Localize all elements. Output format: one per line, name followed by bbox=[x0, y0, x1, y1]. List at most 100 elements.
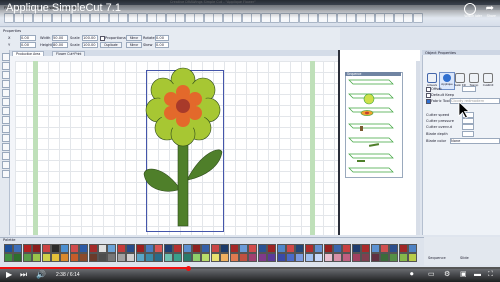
palette-swatch[interactable] bbox=[276, 253, 286, 262]
palette-swatch[interactable] bbox=[107, 253, 117, 262]
left-leaf[interactable] bbox=[143, 168, 179, 192]
palette-swatch[interactable] bbox=[398, 244, 408, 253]
palette-swatch[interactable] bbox=[257, 253, 267, 262]
palette-swatch[interactable] bbox=[295, 253, 305, 262]
palette-swatch[interactable] bbox=[126, 244, 136, 253]
toolbox-button[interactable] bbox=[1, 134, 10, 142]
theater-icon[interactable]: ▬ bbox=[474, 270, 481, 280]
palette-swatch[interactable] bbox=[389, 244, 399, 253]
video-scrubber[interactable] bbox=[185, 265, 191, 271]
palette-swatch[interactable] bbox=[351, 244, 361, 253]
palette-swatch[interactable] bbox=[210, 244, 220, 253]
flower-stem[interactable] bbox=[177, 137, 189, 227]
toolbox-button[interactable] bbox=[1, 170, 10, 178]
palette-swatch[interactable] bbox=[60, 253, 70, 262]
palette-swatch[interactable] bbox=[333, 244, 342, 253]
rotate-field[interactable]: 0.00 bbox=[155, 35, 169, 41]
blade-color-dropdown[interactable]: None bbox=[450, 138, 500, 144]
toolbox-button[interactable] bbox=[1, 152, 10, 160]
palette-swatch[interactable] bbox=[408, 244, 418, 253]
toolbox-button[interactable] bbox=[1, 125, 10, 133]
palette-swatch[interactable] bbox=[333, 253, 342, 262]
palette-swatch[interactable] bbox=[389, 253, 399, 262]
palette-swatch[interactable] bbox=[79, 244, 89, 253]
palette-swatch[interactable] bbox=[51, 244, 60, 253]
next-icon[interactable]: ⏭ bbox=[20, 270, 27, 280]
palette-swatch[interactable] bbox=[408, 253, 418, 262]
palette-swatch[interactable] bbox=[98, 253, 107, 262]
flower-center[interactable] bbox=[176, 99, 190, 113]
play-icon[interactable]: ▶ bbox=[6, 270, 12, 280]
sequence-thumbnails[interactable] bbox=[345, 76, 401, 176]
palette-swatch[interactable] bbox=[135, 244, 145, 253]
palette-swatch[interactable] bbox=[154, 244, 164, 253]
share-icon[interactable]: ➦ bbox=[486, 3, 494, 14]
volume-icon[interactable]: 🔊 bbox=[36, 270, 46, 280]
palette-swatch[interactable] bbox=[370, 253, 380, 262]
palette-swatch[interactable] bbox=[361, 253, 371, 262]
settings-icon[interactable]: ⚙ bbox=[444, 270, 450, 280]
palette-swatch[interactable] bbox=[229, 244, 239, 253]
palette-swatch[interactable] bbox=[267, 253, 277, 262]
toolbox-button[interactable] bbox=[1, 62, 10, 70]
palette-swatch[interactable] bbox=[51, 253, 60, 262]
palette-swatch[interactable] bbox=[98, 244, 107, 253]
toolbox-button[interactable] bbox=[1, 98, 10, 106]
palette-swatch[interactable] bbox=[69, 244, 79, 253]
palette-swatch[interactable] bbox=[13, 253, 23, 262]
palette-swatch[interactable] bbox=[239, 244, 248, 253]
palette-swatch[interactable] bbox=[201, 244, 211, 253]
palette-swatch[interactable] bbox=[248, 253, 258, 262]
toolbox-button[interactable] bbox=[1, 143, 10, 151]
scale-x-field[interactable]: 100.00 bbox=[82, 35, 98, 41]
palette-swatch[interactable] bbox=[163, 253, 173, 262]
palette-swatch[interactable] bbox=[323, 253, 333, 262]
palette-swatch[interactable] bbox=[88, 244, 98, 253]
palette-swatch[interactable] bbox=[173, 244, 183, 253]
palette-swatch[interactable] bbox=[276, 244, 286, 253]
palette-swatch[interactable] bbox=[182, 244, 192, 253]
palette-swatch[interactable] bbox=[380, 244, 389, 253]
palette-swatch[interactable] bbox=[145, 244, 154, 253]
docker-scrollbar[interactable] bbox=[416, 61, 420, 235]
palette-swatch[interactable] bbox=[210, 253, 220, 262]
offset-field[interactable] bbox=[462, 86, 476, 92]
palette-swatch[interactable] bbox=[69, 253, 79, 262]
duplicate-button[interactable]: Duplicate bbox=[100, 42, 122, 48]
palette-swatch[interactable] bbox=[220, 253, 230, 262]
y-field[interactable]: 0.00 bbox=[20, 42, 36, 48]
palette-swatch[interactable] bbox=[4, 244, 13, 253]
palette-swatch[interactable] bbox=[361, 244, 371, 253]
toolbox-button[interactable] bbox=[1, 89, 10, 97]
video-title[interactable]: Applique SimpleCut 7.1 bbox=[6, 2, 121, 14]
autoplay-toggle[interactable]: ⏺ bbox=[410, 270, 414, 280]
toolbox-button[interactable] bbox=[1, 116, 10, 124]
palette-swatch[interactable] bbox=[173, 253, 183, 262]
palette-swatch[interactable] bbox=[248, 244, 258, 253]
flower-artwork[interactable] bbox=[140, 66, 230, 232]
right-leaf[interactable] bbox=[187, 149, 223, 181]
x-field[interactable]: 0.00 bbox=[20, 35, 36, 41]
palette-swatch[interactable] bbox=[60, 244, 70, 253]
palette-swatch[interactable] bbox=[398, 253, 408, 262]
palette-swatch[interactable] bbox=[314, 253, 324, 262]
palette-swatch[interactable] bbox=[41, 253, 51, 262]
palette-swatch[interactable] bbox=[79, 253, 89, 262]
palette-swatch[interactable] bbox=[323, 244, 333, 253]
palette-swatch[interactable] bbox=[145, 253, 154, 262]
palette-swatch[interactable] bbox=[41, 244, 51, 253]
palette-swatch[interactable] bbox=[257, 244, 267, 253]
palette-swatch[interactable] bbox=[380, 253, 389, 262]
tab-cut-fill[interactable]: Cut&Fill bbox=[481, 72, 495, 88]
tab-artwork[interactable]: Artwork bbox=[425, 72, 439, 88]
palette-swatch[interactable] bbox=[116, 244, 126, 253]
palette-swatch[interactable] bbox=[370, 244, 380, 253]
fullscreen-icon[interactable]: ⛶ bbox=[488, 270, 493, 280]
mirror-v-button[interactable]: Mirror bbox=[126, 42, 142, 48]
palette-swatch[interactable] bbox=[192, 253, 201, 262]
palette-swatch[interactable] bbox=[342, 253, 352, 262]
toolbox-button[interactable] bbox=[1, 71, 10, 79]
palette-swatch[interactable] bbox=[22, 253, 32, 262]
palette-swatch[interactable] bbox=[351, 253, 361, 262]
skew-field[interactable]: 0.00 bbox=[155, 42, 169, 48]
